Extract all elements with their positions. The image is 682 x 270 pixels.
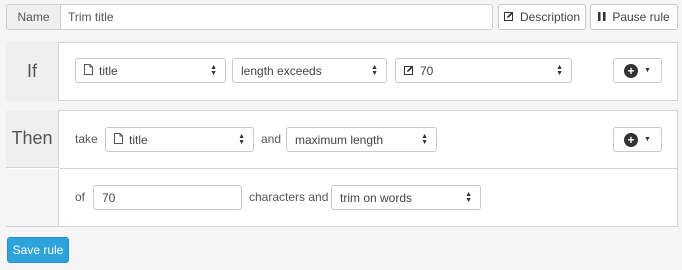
trim-mode-select[interactable]: trim on words ▲ ▼ [331,185,481,210]
then-mode-value: maximum length [295,132,384,147]
document-icon [114,132,123,147]
select-arrows-icon: ▲ ▼ [421,132,428,146]
if-condition-value: length exceeds [241,63,322,78]
caret-down-icon: ▼ [644,67,651,74]
select-arrows-icon: ▲ ▼ [556,63,563,77]
edit-icon [503,10,514,24]
max-length-value: 70 [102,190,116,205]
characters-and-word: characters and [249,190,329,204]
then-label-filler [6,169,59,226]
pause-label: Pause rule [612,10,670,24]
trim-mode-value: trim on words [340,190,413,205]
then-label: Then [6,110,59,168]
and-word: and [261,132,282,146]
then-field-value: title [129,132,148,147]
edit-icon [404,64,414,78]
if-condition-select[interactable]: length exceeds ▲ ▼ [232,58,387,83]
pause-icon [598,10,606,24]
if-value-value: 70 [420,63,434,78]
then-field-select[interactable]: title ▲ ▼ [105,127,254,152]
select-arrows-icon: ▲ ▼ [465,190,472,204]
select-arrows-icon: ▲ ▼ [371,63,378,77]
if-value-select[interactable]: 70 ▲ ▼ [395,58,572,83]
caret-down-icon: ▼ [644,136,651,143]
name-label: Name [6,4,60,30]
max-length-input[interactable]: 70 [93,185,242,210]
pause-rule-button[interactable]: Pause rule [590,4,678,30]
rule-name-input[interactable]: Trim title [60,4,493,30]
then-divider [59,168,678,169]
save-rule-button[interactable]: Save rule [7,237,69,263]
select-arrows-icon: ▲ ▼ [210,63,217,77]
add-action-button[interactable]: + ▼ [613,127,662,152]
then-mode-select[interactable]: maximum length ▲ ▼ [286,127,437,152]
rule-name-value: Trim title [68,10,114,24]
add-condition-button[interactable]: + ▼ [613,58,662,83]
plus-circle-icon: + [624,63,639,78]
description-label: Description [519,10,581,24]
of-word: of [75,190,86,204]
if-field-select[interactable]: title ▲ ▼ [75,58,226,83]
select-arrows-icon: ▲ ▼ [238,132,245,146]
take-word: take [75,132,98,146]
description-button[interactable]: Description [498,4,586,30]
if-field-value: title [99,63,118,78]
if-label: If [6,42,59,101]
plus-circle-icon: + [624,132,639,147]
document-icon [84,63,93,78]
